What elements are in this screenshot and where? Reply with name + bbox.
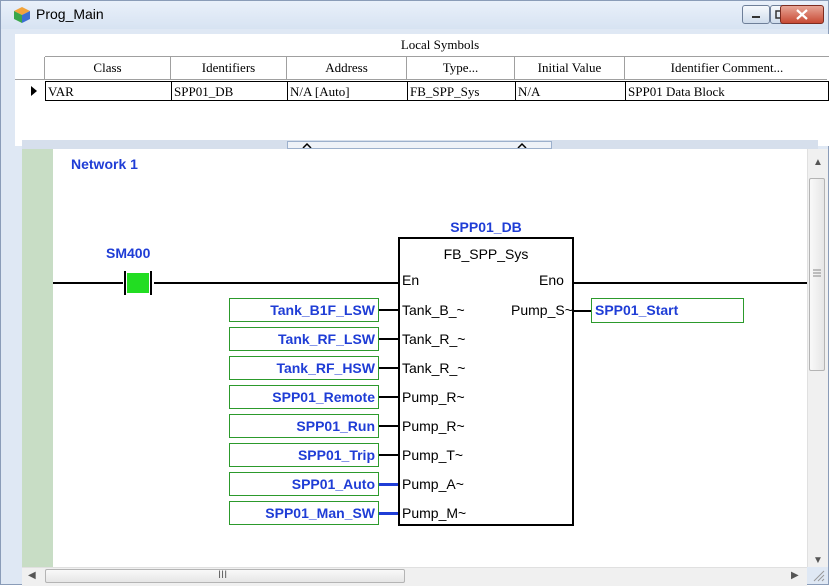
splitter-grip[interactable] bbox=[287, 141, 552, 149]
input-variable[interactable]: SPP01_Man_SW bbox=[229, 501, 379, 525]
input-variable[interactable]: SPP01_Remote bbox=[229, 385, 379, 409]
current-row-arrow-icon bbox=[31, 86, 37, 96]
column-header-class[interactable]: Class bbox=[45, 57, 171, 79]
column-header-type[interactable]: Type... bbox=[407, 57, 515, 79]
scroll-right-icon[interactable]: ▶ bbox=[791, 570, 799, 581]
input-variable[interactable]: SPP01_Auto bbox=[229, 472, 379, 496]
input-variable[interactable]: Tank_RF_HSW bbox=[229, 356, 379, 380]
input-wire bbox=[379, 483, 398, 486]
output-variable[interactable]: SPP01_Start bbox=[591, 298, 744, 323]
grip-lines-icon bbox=[813, 269, 821, 277]
fb-type-name: FB_SPP_Sys bbox=[443, 246, 529, 262]
left-power-rail bbox=[22, 149, 53, 567]
horizontal-scroll-thumb[interactable]: III bbox=[45, 569, 405, 583]
scroll-down-icon[interactable]: ▼ bbox=[813, 555, 823, 566]
splitter-arrows-icon bbox=[302, 142, 527, 148]
local-symbols-table: Local Symbols Class Identifiers Address … bbox=[15, 34, 829, 146]
grip-lines-glyph: III bbox=[218, 569, 228, 581]
input-wire bbox=[379, 367, 398, 369]
pin-en: En bbox=[402, 272, 420, 288]
cell-class[interactable]: VAR bbox=[45, 81, 172, 101]
cell-type[interactable]: FB_SPP_Sys bbox=[407, 81, 516, 101]
pin-eno: Eno bbox=[539, 272, 564, 288]
minimize-icon bbox=[752, 16, 760, 18]
input-pin-label: Tank_R_~ bbox=[402, 360, 466, 376]
input-variable[interactable]: Tank_RF_LSW bbox=[229, 327, 379, 351]
input-wire bbox=[379, 396, 398, 398]
input-wire bbox=[379, 309, 398, 311]
column-header-initial-value[interactable]: Initial Value bbox=[515, 57, 625, 79]
fb-instance-name: SPP01_DB bbox=[450, 219, 522, 235]
window-title: Prog_Main bbox=[36, 6, 104, 22]
vertical-scroll-thumb[interactable] bbox=[809, 178, 825, 371]
scroll-left-icon[interactable]: ◀ bbox=[28, 570, 36, 581]
input-variable[interactable]: SPP01_Trip bbox=[229, 443, 379, 467]
input-pin-label: Tank_R_~ bbox=[402, 331, 466, 347]
network-label: Network 1 bbox=[71, 156, 138, 172]
pin-output: Pump_S~ bbox=[511, 302, 573, 318]
input-variable[interactable]: Tank_B1F_LSW bbox=[229, 298, 379, 322]
input-pin-label: Pump_M~ bbox=[402, 505, 467, 521]
program-icon bbox=[14, 7, 30, 23]
cell-comment[interactable]: SPP01 Data Block bbox=[625, 81, 829, 101]
cell-identifier[interactable]: SPP01_DB bbox=[171, 81, 288, 101]
column-header-identifiers[interactable]: Identifiers bbox=[171, 57, 287, 79]
column-header-address[interactable]: Address bbox=[287, 57, 407, 79]
input-wire bbox=[379, 512, 398, 515]
minimize-button[interactable] bbox=[742, 5, 770, 24]
input-wire bbox=[379, 425, 398, 427]
row-selector-header bbox=[15, 57, 45, 79]
program-window: Prog_Main Local Symbols Class Identifier… bbox=[0, 0, 829, 586]
close-button[interactable] bbox=[780, 5, 824, 24]
close-icon bbox=[796, 9, 808, 20]
rung-wire-eno bbox=[574, 282, 807, 284]
local-symbols-header: Local Symbols bbox=[45, 34, 829, 57]
contact-label: SM400 bbox=[106, 245, 151, 261]
input-pin-label: Pump_T~ bbox=[402, 447, 464, 463]
header-divider bbox=[15, 79, 827, 80]
input-variable[interactable]: SPP01_Run bbox=[229, 414, 379, 438]
input-pin-label: Pump_R~ bbox=[402, 389, 465, 405]
scroll-up-icon[interactable]: ▲ bbox=[813, 157, 823, 168]
input-pin-label: Pump_R~ bbox=[402, 418, 465, 434]
input-pin-label: Tank_B_~ bbox=[402, 302, 465, 318]
normally-open-contact[interactable] bbox=[122, 271, 154, 295]
cell-address[interactable]: N/A [Auto] bbox=[287, 81, 408, 101]
rung-wire bbox=[53, 282, 123, 284]
input-pin-label: Pump_A~ bbox=[402, 476, 464, 492]
output-wire bbox=[574, 310, 591, 312]
rung-wire-to-fb bbox=[154, 282, 398, 284]
input-wire bbox=[379, 454, 398, 456]
input-wire bbox=[379, 338, 398, 340]
resize-grip-icon[interactable] bbox=[811, 568, 825, 582]
column-header-comment[interactable]: Identifier Comment... bbox=[625, 57, 829, 79]
title-bar[interactable]: Prog_Main bbox=[1, 1, 828, 29]
cell-initial-value[interactable]: N/A bbox=[515, 81, 626, 101]
